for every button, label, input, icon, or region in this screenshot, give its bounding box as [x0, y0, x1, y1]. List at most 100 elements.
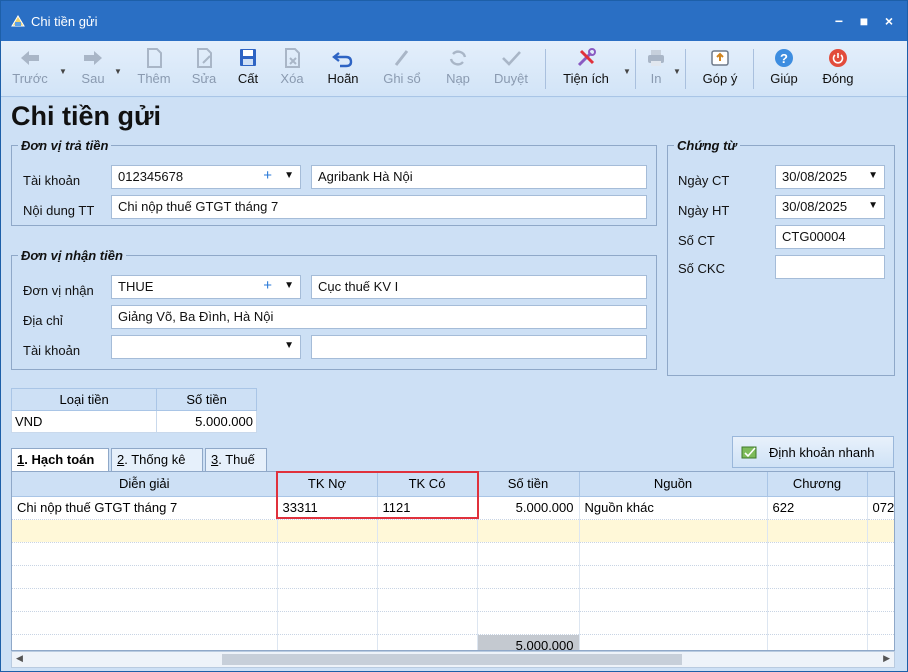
delete-document-icon	[285, 48, 300, 68]
close-button[interactable]: Đóng	[815, 45, 861, 93]
empty-row	[12, 588, 894, 612]
col-nguon[interactable]: Nguồn	[579, 472, 768, 497]
receiver-address-label: Địa chỉ	[23, 313, 63, 328]
utilities-button[interactable]: Tiện ích	[555, 45, 617, 93]
help-button[interactable]: ? Giúp	[763, 45, 805, 93]
printer-icon	[648, 50, 664, 66]
ngay-ct-input[interactable]: 30/08/2025 ▼	[775, 165, 885, 189]
maximize-button[interactable]: ■	[854, 11, 874, 31]
tab-hach-toan[interactable]: 1. Hạch toán	[11, 448, 109, 471]
payer-account-input[interactable]: 012345678 + ▼	[111, 165, 301, 189]
next-button[interactable]: Sau	[73, 45, 113, 93]
receiver-unit-input[interactable]: THUE + ▼	[111, 275, 301, 299]
utilities-dropdown-caret[interactable]: ▼	[623, 67, 631, 76]
print-dropdown-caret[interactable]: ▼	[673, 67, 681, 76]
empty-row	[12, 611, 894, 635]
prev-button[interactable]: Trước	[9, 45, 51, 93]
ngay-ht-input[interactable]: 30/08/2025 ▼	[775, 195, 885, 219]
col-so-tien[interactable]: Số tiền	[477, 472, 580, 497]
cell-dien-giai[interactable]: Chi nộp thuế GTGT tháng 7	[12, 496, 278, 520]
content-area: Chi tiền gửi Đơn vị trả tiền Tài khoản 0…	[1, 98, 907, 671]
chevron-down-icon[interactable]: ▼	[868, 170, 878, 181]
quick-entry-button[interactable]: Định khoản nhanh	[732, 436, 894, 468]
print-button[interactable]: In	[641, 45, 671, 93]
chevron-down-icon[interactable]: ▼	[868, 200, 878, 211]
app-icon	[11, 15, 25, 27]
scrollbar-thumb[interactable]	[222, 654, 682, 665]
edit-document-icon	[197, 48, 212, 68]
approve-button[interactable]: Duyệt	[487, 45, 535, 93]
so-ct-input[interactable]: CTG00004	[775, 225, 885, 249]
payer-content-input[interactable]: Chi nộp thuế GTGT tháng 7	[111, 195, 647, 219]
refresh-icon	[449, 50, 467, 66]
tab-thue[interactable]: 3. Thuế	[205, 448, 267, 471]
ngay-ht-label: Ngày HT	[678, 203, 730, 218]
close-window-button[interactable]: ×	[879, 11, 899, 31]
toolbar-separator	[685, 49, 686, 89]
toolbar-separator	[753, 49, 754, 89]
horizontal-scrollbar[interactable]: ◀ ▶	[11, 651, 895, 668]
new-document-icon	[147, 48, 162, 68]
col-extra[interactable]	[867, 472, 894, 497]
col-chuong[interactable]: Chương	[767, 472, 868, 497]
voucher-legend: Chứng từ	[677, 138, 737, 153]
total-amount: 5.000.000	[477, 634, 580, 650]
so-ckc-input[interactable]	[775, 255, 885, 279]
tools-icon	[577, 48, 596, 67]
arrow-right-icon	[84, 51, 102, 65]
receiver-legend: Đơn vị nhận tiền	[21, 248, 123, 263]
feedback-button[interactable]: Góp ý	[697, 45, 743, 93]
add-icon[interactable]: +	[263, 277, 272, 294]
payer-account-label: Tài khoản	[23, 173, 81, 188]
save-icon	[240, 49, 256, 66]
col-dien-giai[interactable]: Diễn giải	[12, 472, 278, 497]
checkmark-icon	[502, 51, 521, 66]
receiver-account-name-input[interactable]	[311, 335, 647, 359]
toolbar-separator	[545, 49, 546, 89]
page-title: Chi tiền gửi	[11, 101, 162, 131]
new-row[interactable]	[12, 519, 894, 543]
ngay-ct-label: Ngày CT	[678, 173, 730, 188]
toolbar: Trước ▼ Sau ▼ Thêm Sửa Cất Xóa Hoãn Ghi …	[1, 41, 907, 97]
arrow-left-icon	[21, 51, 39, 65]
reload-button[interactable]: Nạp	[439, 45, 477, 93]
receiver-unit-label: Đơn vị nhận	[23, 283, 94, 298]
save-button[interactable]: Cất	[231, 45, 265, 93]
add-button[interactable]: Thêm	[133, 45, 175, 93]
so-ckc-label: Số CKC	[678, 261, 725, 276]
scroll-right-icon[interactable]: ▶	[883, 653, 890, 664]
quick-entry-icon	[741, 446, 757, 459]
chevron-down-icon[interactable]: ▼	[284, 340, 294, 351]
edit-button[interactable]: Sửa	[187, 45, 221, 93]
highlight-box	[276, 471, 479, 519]
currency-type-header: Loại tiền	[10, 388, 158, 411]
receiver-account-input[interactable]: ▼	[111, 335, 301, 359]
scroll-left-icon[interactable]: ◀	[16, 653, 23, 664]
undo-icon	[332, 52, 353, 68]
cell-nguon[interactable]: Nguồn khác	[579, 496, 768, 520]
post-button[interactable]: Ghi sổ	[377, 45, 427, 93]
prev-dropdown-caret[interactable]: ▼	[59, 67, 67, 76]
payer-bank-name-input[interactable]: Agribank Hà Nội	[311, 165, 647, 189]
help-icon: ?	[775, 49, 793, 67]
receiver-address-input[interactable]: Giảng Võ, Ba Đình, Hà Nội	[111, 305, 647, 329]
currency-type-cell[interactable]: VND	[10, 410, 158, 433]
payer-content-label: Nội dung TT	[23, 203, 95, 218]
currency-amount-cell[interactable]: 5.000.000	[156, 410, 257, 433]
receiver-unit-name-input[interactable]: Cục thuế KV I	[311, 275, 647, 299]
add-icon[interactable]: +	[263, 167, 272, 184]
delete-button[interactable]: Xóa	[275, 45, 309, 93]
toolbar-separator	[635, 49, 636, 89]
defer-button[interactable]: Hoãn	[321, 45, 365, 93]
cell-chuong[interactable]: 622	[767, 496, 868, 520]
cell-so-tien[interactable]: 5.000.000	[477, 496, 580, 520]
feedback-icon	[711, 50, 729, 66]
tab-thong-ke[interactable]: 2. Thống kê	[111, 448, 203, 471]
title-bar: Chi tiền gửi − ■ ×	[1, 1, 907, 41]
currency-table: Loại tiền Số tiền VND 5.000.000	[10, 388, 257, 433]
chevron-down-icon[interactable]: ▼	[284, 280, 294, 291]
cell-extra[interactable]: 072	[867, 496, 894, 520]
chevron-down-icon[interactable]: ▼	[284, 170, 294, 181]
next-dropdown-caret[interactable]: ▼	[114, 67, 122, 76]
minimize-button[interactable]: −	[829, 11, 849, 31]
